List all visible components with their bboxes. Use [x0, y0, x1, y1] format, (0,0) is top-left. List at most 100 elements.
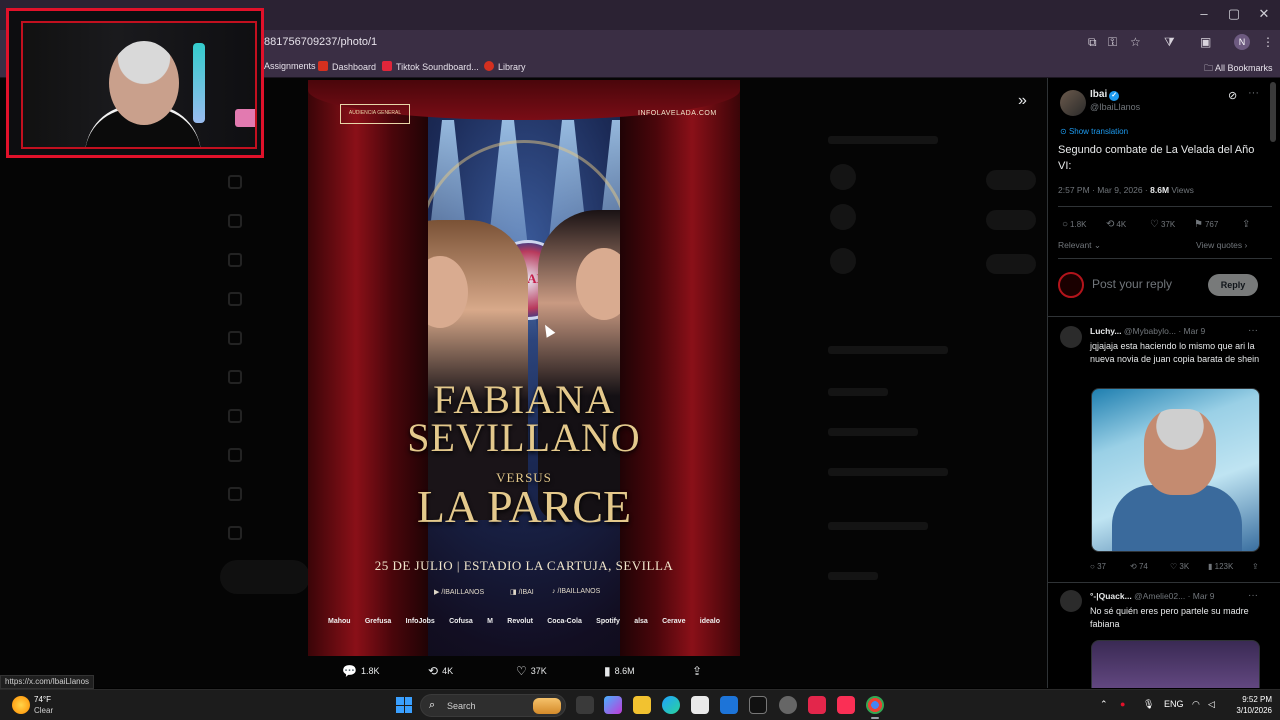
password-key-icon[interactable]: ⚿: [1108, 35, 1117, 50]
more-options-icon[interactable]: ···: [1248, 325, 1258, 336]
share-action[interactable]: ⇪: [692, 664, 706, 678]
webcam-feed: [21, 21, 257, 149]
dim-trend: [828, 468, 948, 476]
reply-author-handle[interactable]: @Amelie02...: [1134, 591, 1185, 601]
social-twitch: ◨ /IBAI: [510, 589, 534, 596]
views-action[interactable]: ▮ 8.6M: [604, 664, 635, 678]
task-view-icon[interactable]: [576, 696, 594, 714]
language-indicator[interactable]: ENG: [1164, 699, 1184, 709]
reply-author-avatar[interactable]: [1060, 326, 1082, 348]
reply-action[interactable]: 💬 1.8K: [342, 664, 379, 678]
reply-views-stat[interactable]: ▮ 123K: [1208, 562, 1233, 571]
volume-icon[interactable]: ◁: [1208, 699, 1215, 710]
dim-post-button: [220, 560, 310, 594]
profile-avatar[interactable]: N: [1234, 34, 1250, 50]
dim-nav-follow: [228, 253, 252, 268]
expand-chevrons-icon[interactable]: »: [1018, 92, 1027, 110]
post-like-stat[interactable]: ♡ 37K: [1150, 219, 1175, 230]
more-options-icon[interactable]: ···: [1248, 87, 1259, 99]
maximize-icon[interactable]: ▢: [1224, 6, 1244, 22]
search-highlight-icon: [533, 698, 561, 714]
side-panel-icon[interactable]: ▣: [1200, 35, 1211, 49]
grok-icon[interactable]: ⊘: [1228, 89, 1237, 102]
author-avatar[interactable]: [1060, 90, 1086, 116]
mail-icon[interactable]: [720, 696, 738, 714]
post-repost-stat[interactable]: ⟲ 4K: [1106, 219, 1126, 230]
tray-chevron-icon[interactable]: ⌃: [1100, 699, 1108, 710]
like-action[interactable]: ♡ 37K: [516, 664, 547, 678]
minimize-icon[interactable]: –: [1194, 6, 1214, 21]
reply-sort-dropdown[interactable]: Relevant ⌄: [1058, 240, 1101, 251]
share-icon: ⇪: [1252, 562, 1259, 571]
dim-trend: [828, 428, 918, 436]
file-explorer-icon[interactable]: [633, 696, 651, 714]
start-button-icon[interactable]: [396, 697, 412, 713]
repost-action[interactable]: ⟲ 4K: [428, 664, 453, 678]
reply-reply-stat[interactable]: ○ 37: [1090, 562, 1106, 571]
music-icon[interactable]: [837, 696, 855, 714]
install-app-icon[interactable]: ⧉: [1088, 35, 1097, 50]
sponsor-logo: alsa: [634, 618, 648, 625]
dim-nav-more: [228, 526, 252, 541]
browser-menu-icon[interactable]: ⋮: [1262, 35, 1274, 49]
reply-author-name[interactable]: °-|Quack...: [1090, 591, 1132, 601]
sponsor-logo: Cofusa: [449, 618, 473, 625]
wifi-icon[interactable]: ◠: [1192, 699, 1200, 710]
more-options-icon[interactable]: ···: [1248, 590, 1258, 601]
media-action-bar: 💬 1.8K ⟲ 4K ♡ 37K ▮ 8.6M ⇪: [308, 660, 740, 684]
post-bookmark-stat[interactable]: ⚑ 767: [1194, 219, 1218, 230]
bookmark-assignments[interactable]: Assignments: [264, 61, 316, 71]
sponsor-logo: Coca-Cola: [547, 618, 582, 625]
taskbar-search[interactable]: ⌕ Search: [420, 694, 566, 717]
author-handle[interactable]: @IbaiLlanos: [1090, 102, 1140, 112]
view-quotes-link[interactable]: View quotes ›: [1196, 240, 1247, 250]
reply-author-name[interactable]: Luchy...: [1090, 326, 1122, 336]
obs-icon[interactable]: [779, 696, 797, 714]
repost-count: 4K: [1116, 220, 1127, 229]
bookmark-tiktok-soundboard[interactable]: Tiktok Soundboard...: [382, 61, 479, 72]
store-icon[interactable]: [691, 696, 709, 714]
current-user-avatar: [1058, 272, 1084, 298]
reply-button[interactable]: Reply: [1208, 274, 1258, 296]
terminal-icon[interactable]: [749, 696, 767, 714]
fighter-name-last: SEVILLANO: [407, 415, 641, 460]
panel-scrollbar[interactable]: [1270, 82, 1276, 142]
reply-image[interactable]: [1091, 640, 1260, 688]
bookmark-star-icon[interactable]: ☆: [1130, 35, 1141, 49]
extensions-icon[interactable]: ⧩: [1164, 35, 1175, 50]
dim-follow-button: [986, 170, 1036, 190]
system-clock[interactable]: 9:52 PM 3/10/2026: [1226, 694, 1272, 716]
edge-icon[interactable]: [662, 696, 680, 714]
sponsor-logo: Mahou: [328, 618, 351, 625]
post-reply-stat[interactable]: ○ 1.8K: [1062, 219, 1087, 230]
bookmark-dashboard[interactable]: Dashboard: [318, 61, 376, 72]
reply-author-handle[interactable]: @Mybabylo...: [1124, 326, 1176, 336]
weather-sun-icon[interactable]: [12, 696, 30, 714]
streamer-head: [109, 41, 179, 125]
like-count: 37K: [1160, 220, 1176, 229]
bookmark-library[interactable]: Library: [484, 61, 526, 72]
tiktok-icon[interactable]: [808, 696, 826, 714]
microphone-icon[interactable]: 🎙: [1143, 699, 1154, 710]
post-share-stat[interactable]: ⇪: [1242, 219, 1252, 230]
reply-like-stat[interactable]: ♡ 3K: [1170, 562, 1189, 571]
show-translation-link[interactable]: ⊙ Show translation: [1060, 127, 1128, 136]
repost-count: 74: [1138, 562, 1148, 571]
reply-author-avatar[interactable]: [1060, 590, 1082, 612]
weather-description: Clear: [34, 706, 54, 715]
reply-input[interactable]: Post your reply: [1092, 277, 1172, 291]
like-heart-icon: ♡: [1170, 562, 1180, 571]
poster-image[interactable]: VELADA AUDIENCIA GENERAL INFOLAVELADA.CO…: [308, 80, 740, 656]
author-name[interactable]: Ibai ✓: [1090, 89, 1120, 101]
url-field[interactable]: 881756709237/photo/1: [264, 36, 377, 48]
tray-app-icon[interactable]: ●: [1120, 699, 1125, 709]
reply-repost-stat[interactable]: ⟲ 74: [1130, 562, 1148, 571]
copilot-icon[interactable]: [604, 696, 622, 714]
chrome-icon[interactable]: [866, 696, 884, 714]
reply-share-stat[interactable]: ⇪: [1252, 562, 1259, 571]
close-icon[interactable]: ✕: [1254, 6, 1274, 22]
reply-image[interactable]: [1091, 388, 1260, 552]
all-bookmarks[interactable]: 🗀 All Bookmarks: [1204, 61, 1273, 77]
reply-count: 1.8K: [1070, 220, 1087, 229]
weather-temperature[interactable]: 74°F: [34, 695, 51, 704]
